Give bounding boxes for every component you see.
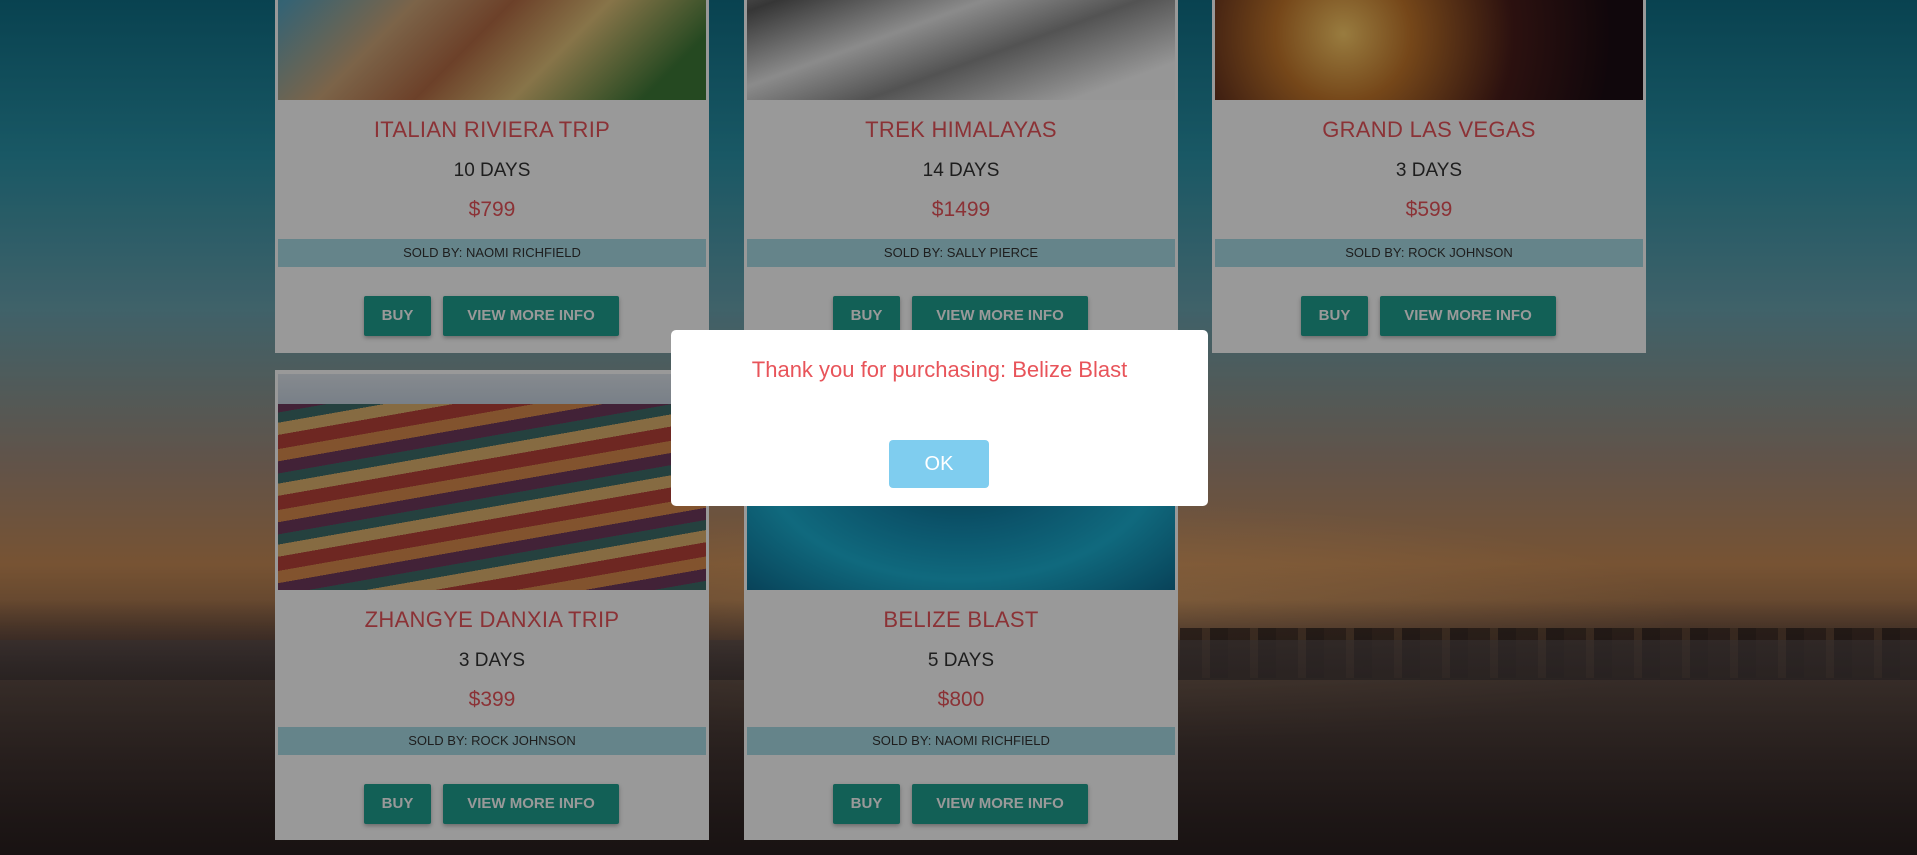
ok-button[interactable]: OK	[889, 440, 989, 488]
confirmation-message: Thank you for purchasing: Belize Blast	[751, 357, 1128, 382]
purchase-confirmation-dialog: Thank you for purchasing: Belize Blast O…	[671, 330, 1208, 506]
page-background: ITALIAN RIVIERA TRIP 10 DAYS $799 SOLD B…	[0, 0, 1917, 855]
